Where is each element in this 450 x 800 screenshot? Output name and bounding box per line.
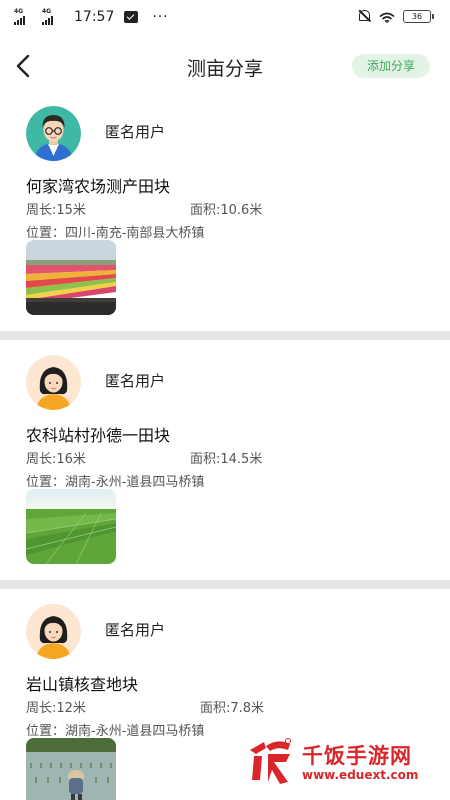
field-photo[interactable] xyxy=(26,489,116,564)
signal-icon: 4G xyxy=(14,8,38,26)
rice-planting-photo xyxy=(26,738,116,800)
wifi-icon xyxy=(379,10,395,23)
field-photo[interactable] xyxy=(26,738,116,800)
female-avatar-icon xyxy=(26,604,81,659)
share-card[interactable]: 匿名用户 农科站村孙德一田块 周长:16米 面积:14.5米 位置：湖南-永州-… xyxy=(0,349,450,580)
add-share-button[interactable]: 添加分享 xyxy=(352,54,430,78)
area-value: 面积:10.6米 xyxy=(190,203,263,218)
more-notifications-icon: ··· xyxy=(152,9,169,25)
network-type-label: 4G xyxy=(42,8,52,15)
avatar xyxy=(26,106,81,161)
user-name: 匿名用户 xyxy=(105,123,166,141)
mute-icon xyxy=(357,9,371,23)
perimeter-value: 周长:16米 xyxy=(26,452,86,467)
watermark-text: 千饭手游网 xyxy=(302,744,412,768)
location-text: 位置：湖南-永州-道县四马桥镇 xyxy=(26,724,205,739)
site-watermark: 千饭手游网 www.eduext.com xyxy=(244,734,444,794)
male-avatar-icon xyxy=(26,106,81,161)
header-bar: 测亩分享 添加分享 xyxy=(0,34,450,100)
flower-field-photo xyxy=(26,240,116,315)
avatar xyxy=(26,604,81,659)
female-avatar-icon xyxy=(26,355,81,410)
share-list: 匿名用户 何家湾农场测产田块 周长:15米 面积:10.6米 位置：四川-南充-… xyxy=(0,100,450,800)
share-card[interactable]: 匿名用户 何家湾农场测产田块 周长:15米 面积:10.6米 位置：四川-南充-… xyxy=(0,100,450,331)
watermark-logo-icon xyxy=(250,738,291,784)
location-text: 位置：湖南-永州-道县四马桥镇 xyxy=(26,475,205,490)
card-divider xyxy=(0,331,450,349)
status-bar: 4G 4G 17:57 ··· 36 xyxy=(0,0,450,34)
battery-level: 36 xyxy=(403,9,431,23)
battery-icon: 36 xyxy=(403,9,434,23)
message-icon xyxy=(124,11,139,23)
watermark-url: www.eduext.com xyxy=(302,768,419,782)
field-title: 何家湾农场测产田块 xyxy=(26,177,171,196)
clock: 17:57 xyxy=(74,9,115,25)
card-divider xyxy=(0,580,450,598)
location-text: 位置：四川-南充-南部县大桥镇 xyxy=(26,226,205,241)
perimeter-value: 周长:15米 xyxy=(26,203,86,218)
perimeter-value: 周长:12米 xyxy=(26,701,86,716)
field-title: 农科站村孙德一田块 xyxy=(26,426,171,445)
area-value: 面积:14.5米 xyxy=(190,452,263,467)
user-name: 匿名用户 xyxy=(105,372,166,390)
green-paddy-photo xyxy=(26,489,116,564)
avatar xyxy=(26,355,81,410)
user-name: 匿名用户 xyxy=(105,621,166,639)
network-type-label: 4G xyxy=(14,8,24,15)
area-value: 面积:7.8米 xyxy=(200,701,265,716)
field-title: 岩山镇核查地块 xyxy=(26,675,139,694)
field-photo[interactable] xyxy=(26,240,116,315)
signal-icon: 4G xyxy=(42,8,66,26)
